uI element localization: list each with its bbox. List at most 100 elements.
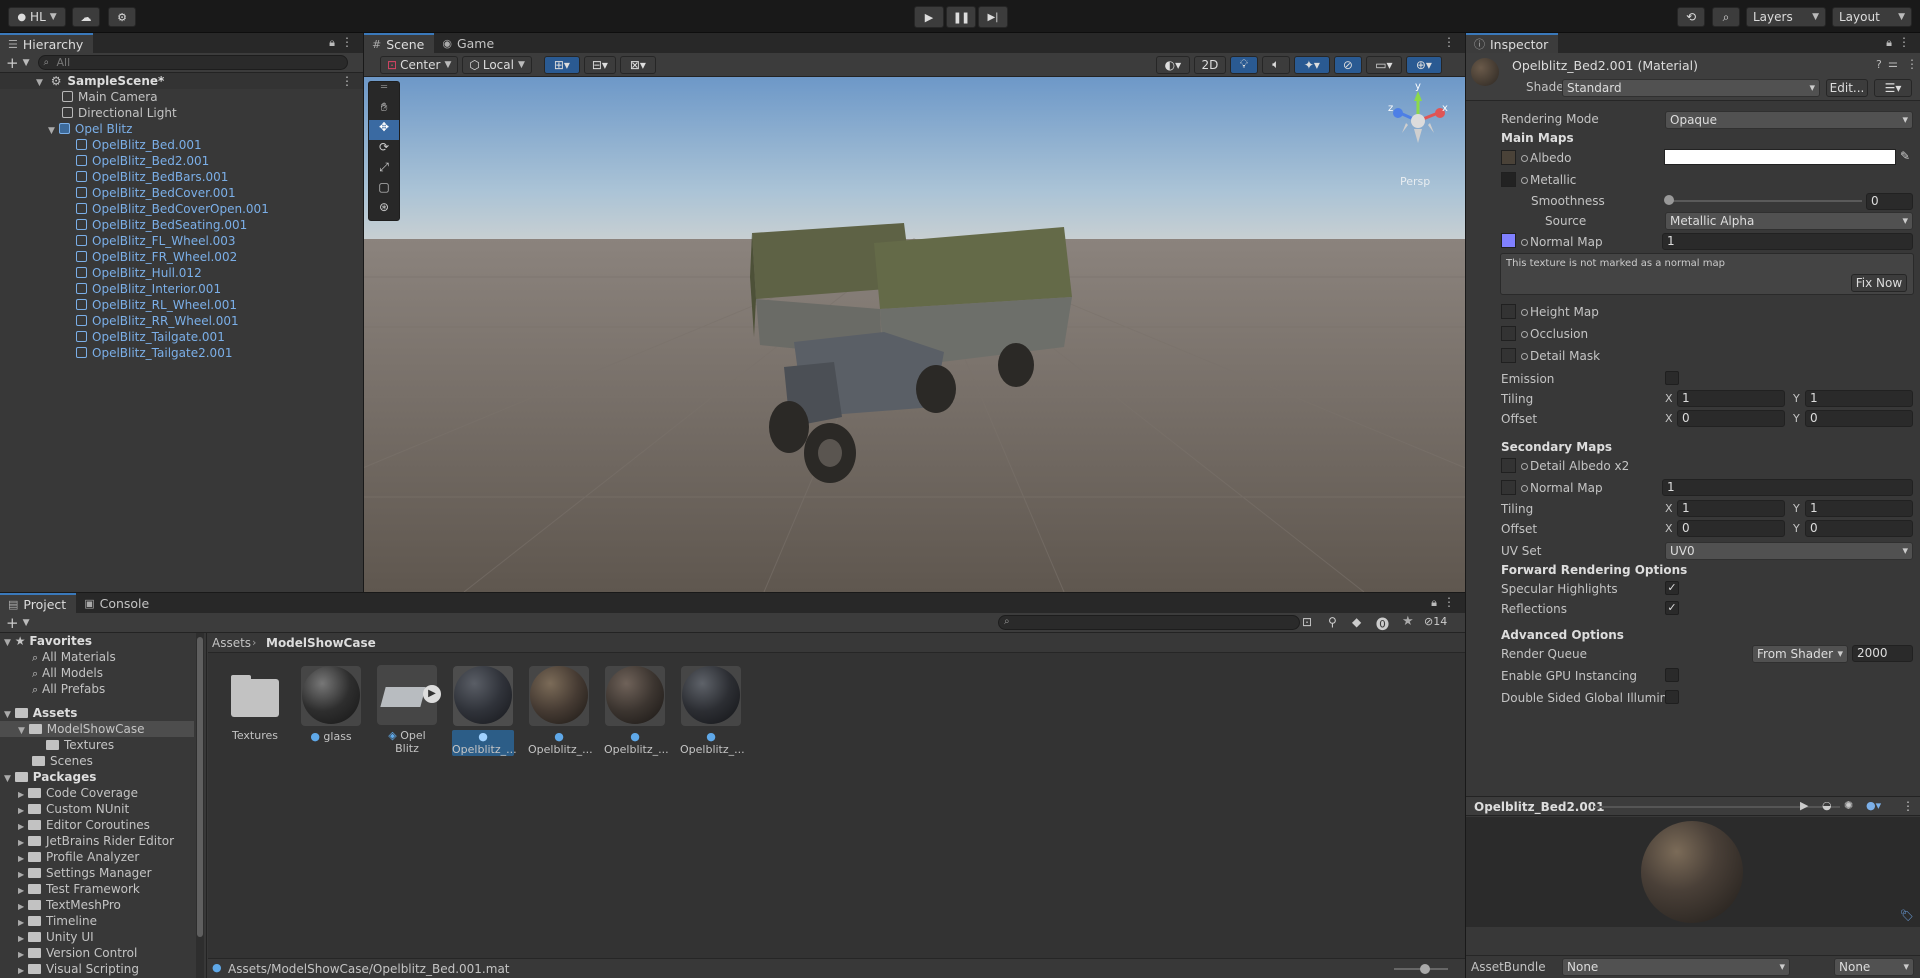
- tab-console[interactable]: ▣ Console: [76, 593, 159, 613]
- expand-arrow-icon[interactable]: ▶: [18, 854, 24, 863]
- more-menu-icon[interactable]: ⋮: [1902, 799, 1914, 813]
- add-icon[interactable]: +: [6, 54, 19, 72]
- package-item[interactable]: ▶ TextMeshPro: [18, 897, 121, 913]
- more-menu-icon[interactable]: ⋮: [1906, 57, 1918, 71]
- rendering-mode-dropdown[interactable]: Opaque: [1665, 111, 1913, 129]
- scale-tool-icon[interactable]: ⤢: [369, 160, 399, 180]
- more-menu-icon[interactable]: ⋮: [1443, 595, 1455, 609]
- more-menu-icon[interactable]: ⋮: [341, 35, 353, 49]
- tab-game[interactable]: ◉ Game: [434, 33, 504, 53]
- shader-dropdown[interactable]: Standard: [1562, 79, 1820, 97]
- 2d-toggle[interactable]: 2D: [1193, 55, 1226, 74]
- expand-arrow-icon[interactable]: ▼: [36, 78, 43, 88]
- gpu-instancing-checkbox[interactable]: [1665, 668, 1679, 682]
- pivot-dropdown[interactable]: ⊡ Center ▼: [380, 55, 459, 74]
- grid-button[interactable]: ⊟▾: [583, 55, 616, 74]
- search-button[interactable]: ⌕: [1712, 7, 1740, 27]
- rect-tool-icon[interactable]: ▢: [369, 180, 399, 200]
- tiling-x-field[interactable]: 1: [1677, 390, 1785, 407]
- asset-bundle-variant-dropdown[interactable]: None: [1834, 958, 1914, 976]
- preset-icon[interactable]: ⚌: [1888, 57, 1898, 70]
- render-queue-field[interactable]: 2000: [1852, 645, 1913, 662]
- texture-picker-icon[interactable]: [1521, 463, 1528, 470]
- double-sided-gi-checkbox[interactable]: [1665, 690, 1679, 704]
- expand-arrow-icon[interactable]: ▶: [18, 806, 24, 815]
- offset-y-field[interactable]: 0: [1805, 410, 1913, 427]
- eyedropper-icon[interactable]: ✎: [1900, 149, 1910, 163]
- detail-albedo-slot[interactable]: [1501, 458, 1516, 473]
- detail-mask-slot[interactable]: [1501, 348, 1516, 363]
- package-item[interactable]: ▶ JetBrains Rider Editor: [18, 833, 174, 849]
- texture-picker-icon[interactable]: [1521, 331, 1528, 338]
- edit-shader-button[interactable]: Edit...: [1826, 79, 1868, 97]
- hidden-packages-toggle[interactable]: ⊘14: [1424, 615, 1447, 628]
- tab-scene[interactable]: # Scene: [364, 33, 435, 53]
- tab-project[interactable]: ▤ Project: [0, 593, 77, 613]
- audio-toggle[interactable]: 🔈︎: [1261, 55, 1290, 74]
- space-dropdown[interactable]: ⬡ Local ▼: [462, 55, 532, 74]
- expand-arrow-icon[interactable]: ▼: [48, 126, 55, 136]
- visibility-toggle[interactable]: ⊘: [1333, 55, 1362, 74]
- lock-icon[interactable]: 🔒︎: [1431, 596, 1437, 610]
- star-icon[interactable]: ★: [1402, 614, 1414, 629]
- play-icon[interactable]: ▶: [423, 685, 441, 703]
- asset-folder-textures[interactable]: Textures: [224, 665, 286, 742]
- filter-by-type-icon[interactable]: ⚲: [1328, 615, 1337, 629]
- orientation-gizmo[interactable]: y x z Persp: [1378, 81, 1458, 188]
- cloud-button[interactable]: ☁: [72, 7, 100, 27]
- scene-viewport[interactable]: ═ ✋︎ ✥ ⟳ ⤢ ▢ ⊛ y x z Persp: [364, 77, 1465, 592]
- assets-folder-modelshowcase[interactable]: ▼ ModelShowCase: [0, 721, 194, 737]
- more-menu-icon[interactable]: ⋮: [1443, 35, 1455, 49]
- favorite-item[interactable]: ⌕ All Materials: [32, 649, 116, 665]
- texture-picker-icon[interactable]: [1521, 309, 1528, 316]
- normal-scale-field[interactable]: 1: [1662, 233, 1913, 250]
- albedo-texture-slot[interactable]: [1501, 150, 1516, 165]
- pause-button[interactable]: ❚❚: [946, 6, 976, 28]
- hierarchy-child[interactable]: OpelBlitz_Bed.001: [76, 137, 202, 153]
- hierarchy-child[interactable]: OpelBlitz_Tailgate2.001: [76, 345, 232, 361]
- favorites-row[interactable]: ▼ ★ Favorites: [4, 633, 92, 649]
- persp-label[interactable]: Persp: [1400, 175, 1430, 188]
- search-by-type-icon[interactable]: ⊡: [1302, 615, 1312, 629]
- tab-inspector[interactable]: ⓘ Inspector: [1466, 33, 1559, 53]
- more-menu-icon[interactable]: ⋮: [1898, 35, 1910, 49]
- hierarchy-child[interactable]: OpelBlitz_BedSeating.001: [76, 217, 247, 233]
- height-map-slot[interactable]: [1501, 304, 1516, 319]
- preview-mesh-icon[interactable]: ●▾: [1866, 799, 1881, 812]
- tree-scrollbar[interactable]: [196, 633, 204, 978]
- lock-icon[interactable]: 🔒︎: [329, 36, 335, 50]
- shader-menu-button[interactable]: ☰▾: [1874, 79, 1912, 97]
- chevron-down-icon[interactable]: ▼: [23, 58, 30, 68]
- favorite-item[interactable]: ⌕ All Prefabs: [32, 681, 105, 697]
- layers-dropdown[interactable]: Layers ▼: [1746, 7, 1826, 27]
- help-icon[interactable]: ?: [1876, 58, 1882, 71]
- hierarchy-child[interactable]: OpelBlitz_Tailgate.001: [76, 329, 225, 345]
- collab-button[interactable]: ⚙: [108, 7, 136, 27]
- hierarchy-child[interactable]: OpelBlitz_Interior.001: [76, 281, 221, 297]
- tab-hierarchy[interactable]: ☰ Hierarchy: [0, 33, 94, 53]
- package-item[interactable]: ▶ Version Control: [18, 945, 137, 961]
- expand-arrow-icon[interactable]: ▶: [18, 918, 24, 927]
- tiling2-x-field[interactable]: 1: [1677, 500, 1785, 517]
- hierarchy-item-directional-light[interactable]: Directional Light: [62, 105, 177, 121]
- specular-checkbox[interactable]: ✓: [1665, 581, 1679, 595]
- light-icon[interactable]: ✺: [1844, 799, 1853, 812]
- hierarchy-item-main-camera[interactable]: Main Camera: [62, 89, 158, 105]
- offset2-y-field[interactable]: 0: [1805, 520, 1913, 537]
- hierarchy-child[interactable]: OpelBlitz_FR_Wheel.002: [76, 249, 237, 265]
- hand-tool-icon[interactable]: ✋︎: [369, 100, 399, 120]
- package-item[interactable]: ▶ Unity UI: [18, 929, 94, 945]
- texture-picker-icon[interactable]: [1521, 353, 1528, 360]
- expand-arrow-icon[interactable]: ▶: [18, 934, 24, 943]
- draw-mode-button[interactable]: ◐▾: [1155, 55, 1190, 74]
- increment-snap-button[interactable]: ⊠▾: [619, 55, 656, 74]
- history-button[interactable]: ⟲: [1677, 7, 1705, 27]
- step-button[interactable]: ▶|: [978, 6, 1008, 28]
- expand-arrow-icon[interactable]: ▼: [4, 774, 11, 784]
- reflections-checkbox[interactable]: ✓: [1665, 601, 1679, 615]
- hierarchy-child[interactable]: OpelBlitz_RR_Wheel.001: [76, 313, 239, 329]
- expand-arrow-icon[interactable]: ▶: [18, 950, 24, 959]
- material-preview-area[interactable]: 🏷︎: [1466, 817, 1920, 927]
- lighting-toggle[interactable]: 💡︎: [1229, 55, 1258, 74]
- slider-handle[interactable]: [1420, 964, 1430, 974]
